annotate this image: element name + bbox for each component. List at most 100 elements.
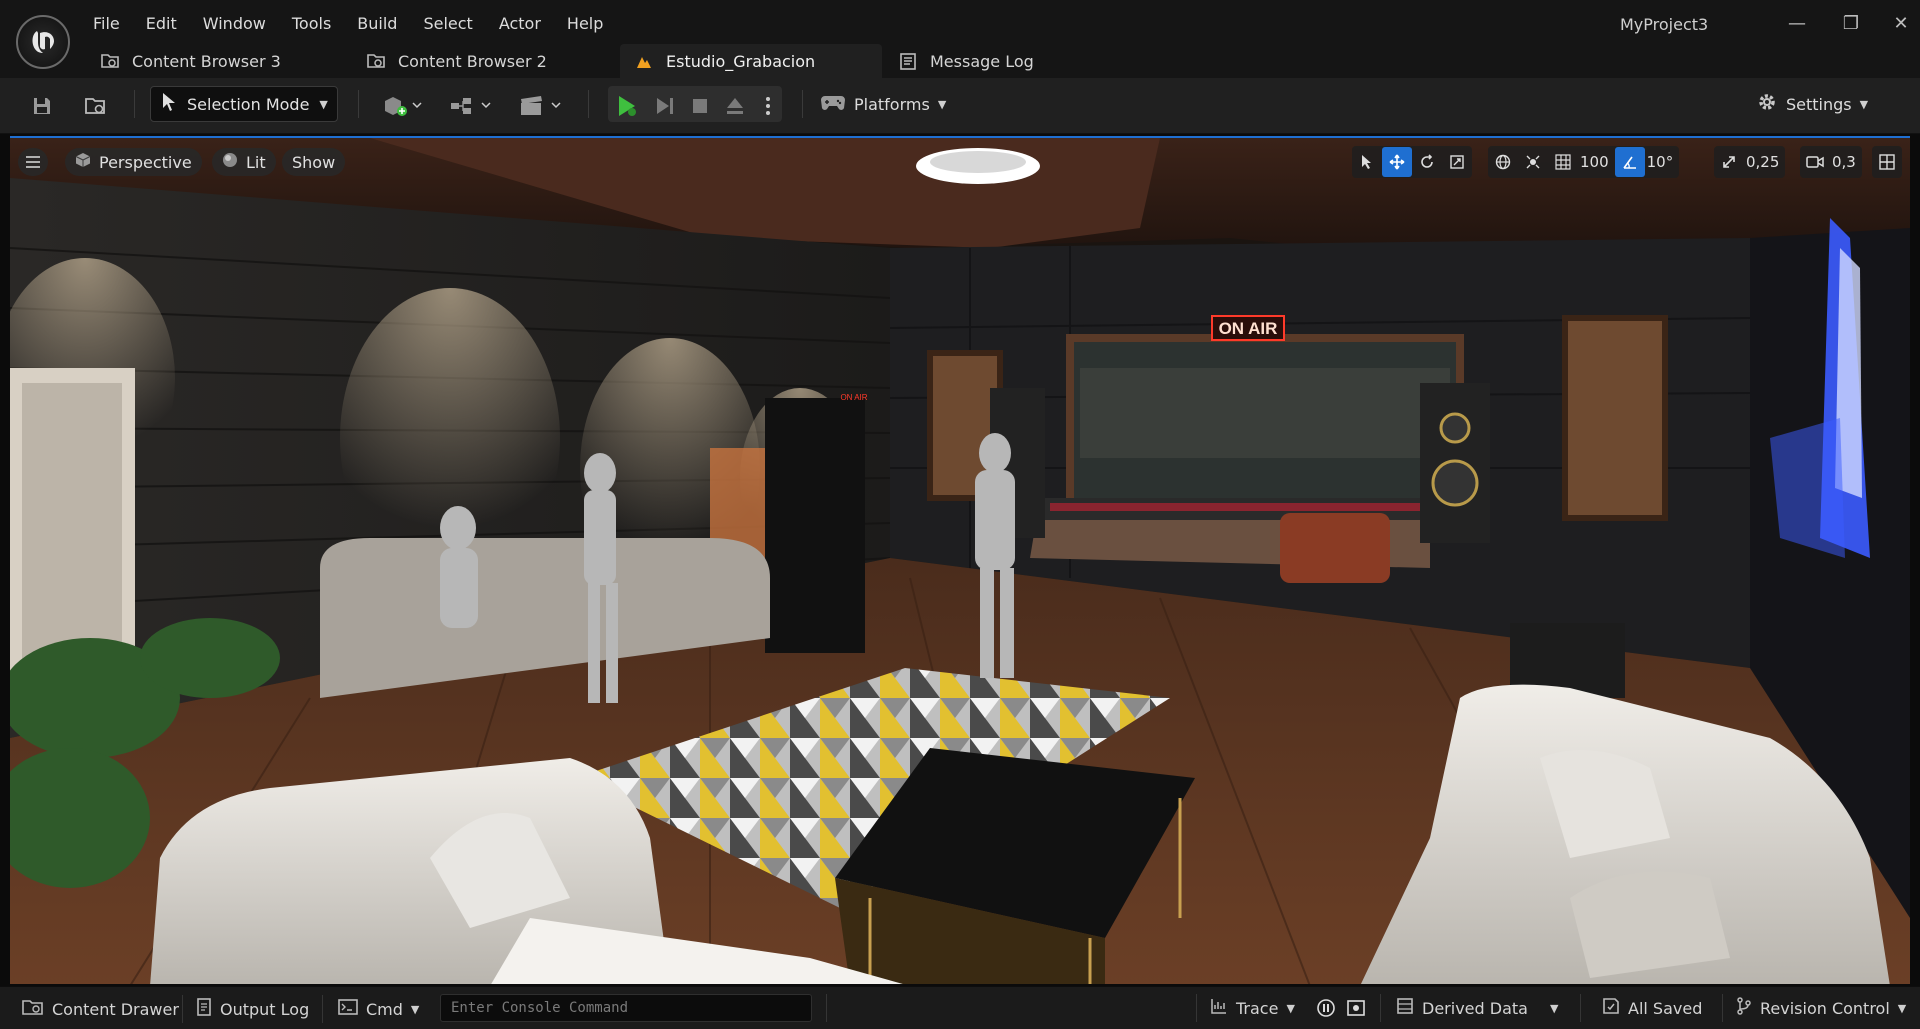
tab-message-log[interactable]: Message Log	[884, 44, 1114, 78]
status-divider	[1580, 994, 1581, 1022]
save-all-button[interactable]: All Saved	[1602, 996, 1702, 1020]
status-divider	[826, 994, 827, 1022]
trace-dropdown[interactable]: Trace ▼	[1210, 996, 1295, 1020]
settings-label: Settings	[1786, 94, 1852, 114]
rotate-tool-icon[interactable]	[1412, 147, 1442, 177]
close-icon[interactable]: ✕	[1884, 10, 1918, 36]
camera-speed-tools: 0,3	[1800, 146, 1862, 178]
menu-select[interactable]: Select	[410, 12, 485, 36]
viewport-layout-icon[interactable]	[1872, 146, 1902, 178]
status-divider	[1380, 994, 1381, 1022]
grid-snap-icon[interactable]	[1548, 147, 1578, 177]
gear-icon	[1756, 91, 1778, 117]
lit-sphere-icon	[222, 152, 238, 172]
revision-control-label: Revision Control	[1760, 998, 1890, 1018]
saved-icon	[1602, 997, 1620, 1019]
on-air-sign: ON AIR	[1219, 319, 1278, 338]
perspective-label: Perspective	[99, 152, 192, 172]
cmd-label: Cmd	[366, 999, 403, 1019]
cinematics-icon[interactable]	[516, 88, 566, 124]
console-command-input[interactable]	[440, 994, 812, 1022]
restore-icon[interactable]: ❐	[1834, 10, 1868, 36]
platforms-dropdown[interactable]: Platforms ▼	[820, 86, 946, 122]
minimize-icon[interactable]: —	[1780, 10, 1814, 36]
advance-frame-icon[interactable]	[650, 88, 680, 124]
view-mode-button[interactable]: Lit	[212, 148, 276, 176]
world-space-icon[interactable]	[1488, 147, 1518, 177]
menu-tools[interactable]: Tools	[279, 12, 344, 36]
derived-data-icon	[1396, 997, 1414, 1019]
on-air-sign-small: ON AIR	[840, 393, 867, 402]
title-bar: File Edit Window Tools Build Select Acto…	[0, 0, 1920, 78]
derived-data-dropdown[interactable]: Derived Data ▼	[1396, 996, 1558, 1020]
chevron-down-icon: ▼	[410, 1002, 420, 1016]
rotation-snap-icon[interactable]	[1614, 147, 1645, 177]
unreal-logo-icon[interactable]	[16, 15, 70, 69]
save-icon[interactable]	[26, 88, 58, 124]
output-log-icon	[196, 998, 212, 1020]
content-drawer-label: Content Drawer	[52, 999, 179, 1019]
camera-speed-value[interactable]: 0,3	[1830, 153, 1862, 171]
message-log-icon	[898, 51, 918, 71]
scene-render: ON AIR ON AIR	[10, 138, 1910, 984]
settings-dropdown[interactable]: Settings ▼	[1756, 86, 1868, 122]
tab-content-browser-2[interactable]: Content Browser 2	[352, 44, 602, 78]
add-actor-icon[interactable]	[378, 88, 428, 124]
select-tool-icon[interactable]	[1352, 147, 1382, 177]
scale-tool-icon[interactable]	[1442, 147, 1472, 177]
toolbar-divider	[358, 90, 359, 118]
lit-label: Lit	[246, 152, 266, 172]
cmd-dropdown[interactable]: Cmd ▼	[338, 997, 419, 1021]
menu-help[interactable]: Help	[554, 12, 616, 36]
trace-icon	[1210, 997, 1228, 1019]
tab-estudio-grabacion[interactable]: Estudio_Grabacion	[620, 44, 882, 78]
terminal-icon	[338, 999, 358, 1019]
stop-icon[interactable]	[685, 88, 715, 124]
grid-snap-value[interactable]: 100	[1578, 153, 1615, 171]
content-browser-icon	[366, 51, 386, 71]
menu-file[interactable]: File	[80, 12, 133, 36]
gamepad-icon	[820, 92, 846, 116]
tab-label: Message Log	[930, 51, 1034, 71]
scale-snap-icon[interactable]	[1714, 147, 1744, 177]
more-options-icon[interactable]	[756, 88, 780, 124]
tab-label: Content Browser 2	[398, 51, 547, 71]
toolbar-divider	[588, 90, 589, 118]
main-menu: File Edit Window Tools Build Select Acto…	[80, 12, 616, 36]
content-drawer-button[interactable]: Content Drawer	[22, 997, 179, 1021]
transform-tools	[1352, 146, 1472, 178]
menu-edit[interactable]: Edit	[133, 12, 190, 36]
translate-tool-icon[interactable]	[1382, 147, 1412, 177]
content-browser-icon	[100, 51, 120, 71]
scale-snap-tools: 0,25	[1714, 146, 1786, 178]
chevron-down-icon: ▼	[319, 97, 328, 111]
platforms-label: Platforms	[854, 94, 930, 114]
level-viewport[interactable]: ON AIR ON AIR Perspective Lit Show 100 1…	[10, 136, 1910, 984]
blueprint-icon[interactable]	[446, 88, 496, 124]
perspective-button[interactable]: Perspective	[65, 148, 202, 176]
menu-window[interactable]: Window	[190, 12, 279, 36]
record-trace-icon[interactable]	[1316, 996, 1336, 1020]
selection-mode-dropdown[interactable]: Selection Mode ▼	[150, 86, 338, 122]
viewport-options-menu-icon[interactable]	[18, 148, 48, 176]
output-log-button[interactable]: Output Log	[196, 997, 309, 1021]
menu-actor[interactable]: Actor	[486, 12, 554, 36]
camera-speed-icon[interactable]	[1800, 147, 1830, 177]
tab-content-browser-3[interactable]: Content Browser 3	[86, 44, 336, 78]
toolbar-divider	[802, 90, 803, 118]
chevron-down-icon: ▼	[937, 97, 947, 111]
level-icon	[634, 51, 654, 71]
revision-control-dropdown[interactable]: Revision Control ▼	[1736, 996, 1906, 1020]
play-icon[interactable]	[612, 88, 642, 124]
show-button[interactable]: Show	[282, 148, 346, 176]
content-browser-icon[interactable]	[80, 88, 112, 124]
scale-snap-value[interactable]: 0,25	[1744, 153, 1785, 171]
tab-label: Estudio_Grabacion	[666, 51, 816, 71]
eject-icon[interactable]	[720, 88, 750, 124]
menu-build[interactable]: Build	[344, 12, 410, 36]
status-divider	[1722, 994, 1723, 1022]
branch-icon	[1736, 997, 1752, 1019]
surface-snap-icon[interactable]	[1518, 147, 1548, 177]
screenshot-trace-icon[interactable]	[1346, 996, 1366, 1020]
rotation-snap-value[interactable]: 10°	[1645, 153, 1680, 171]
